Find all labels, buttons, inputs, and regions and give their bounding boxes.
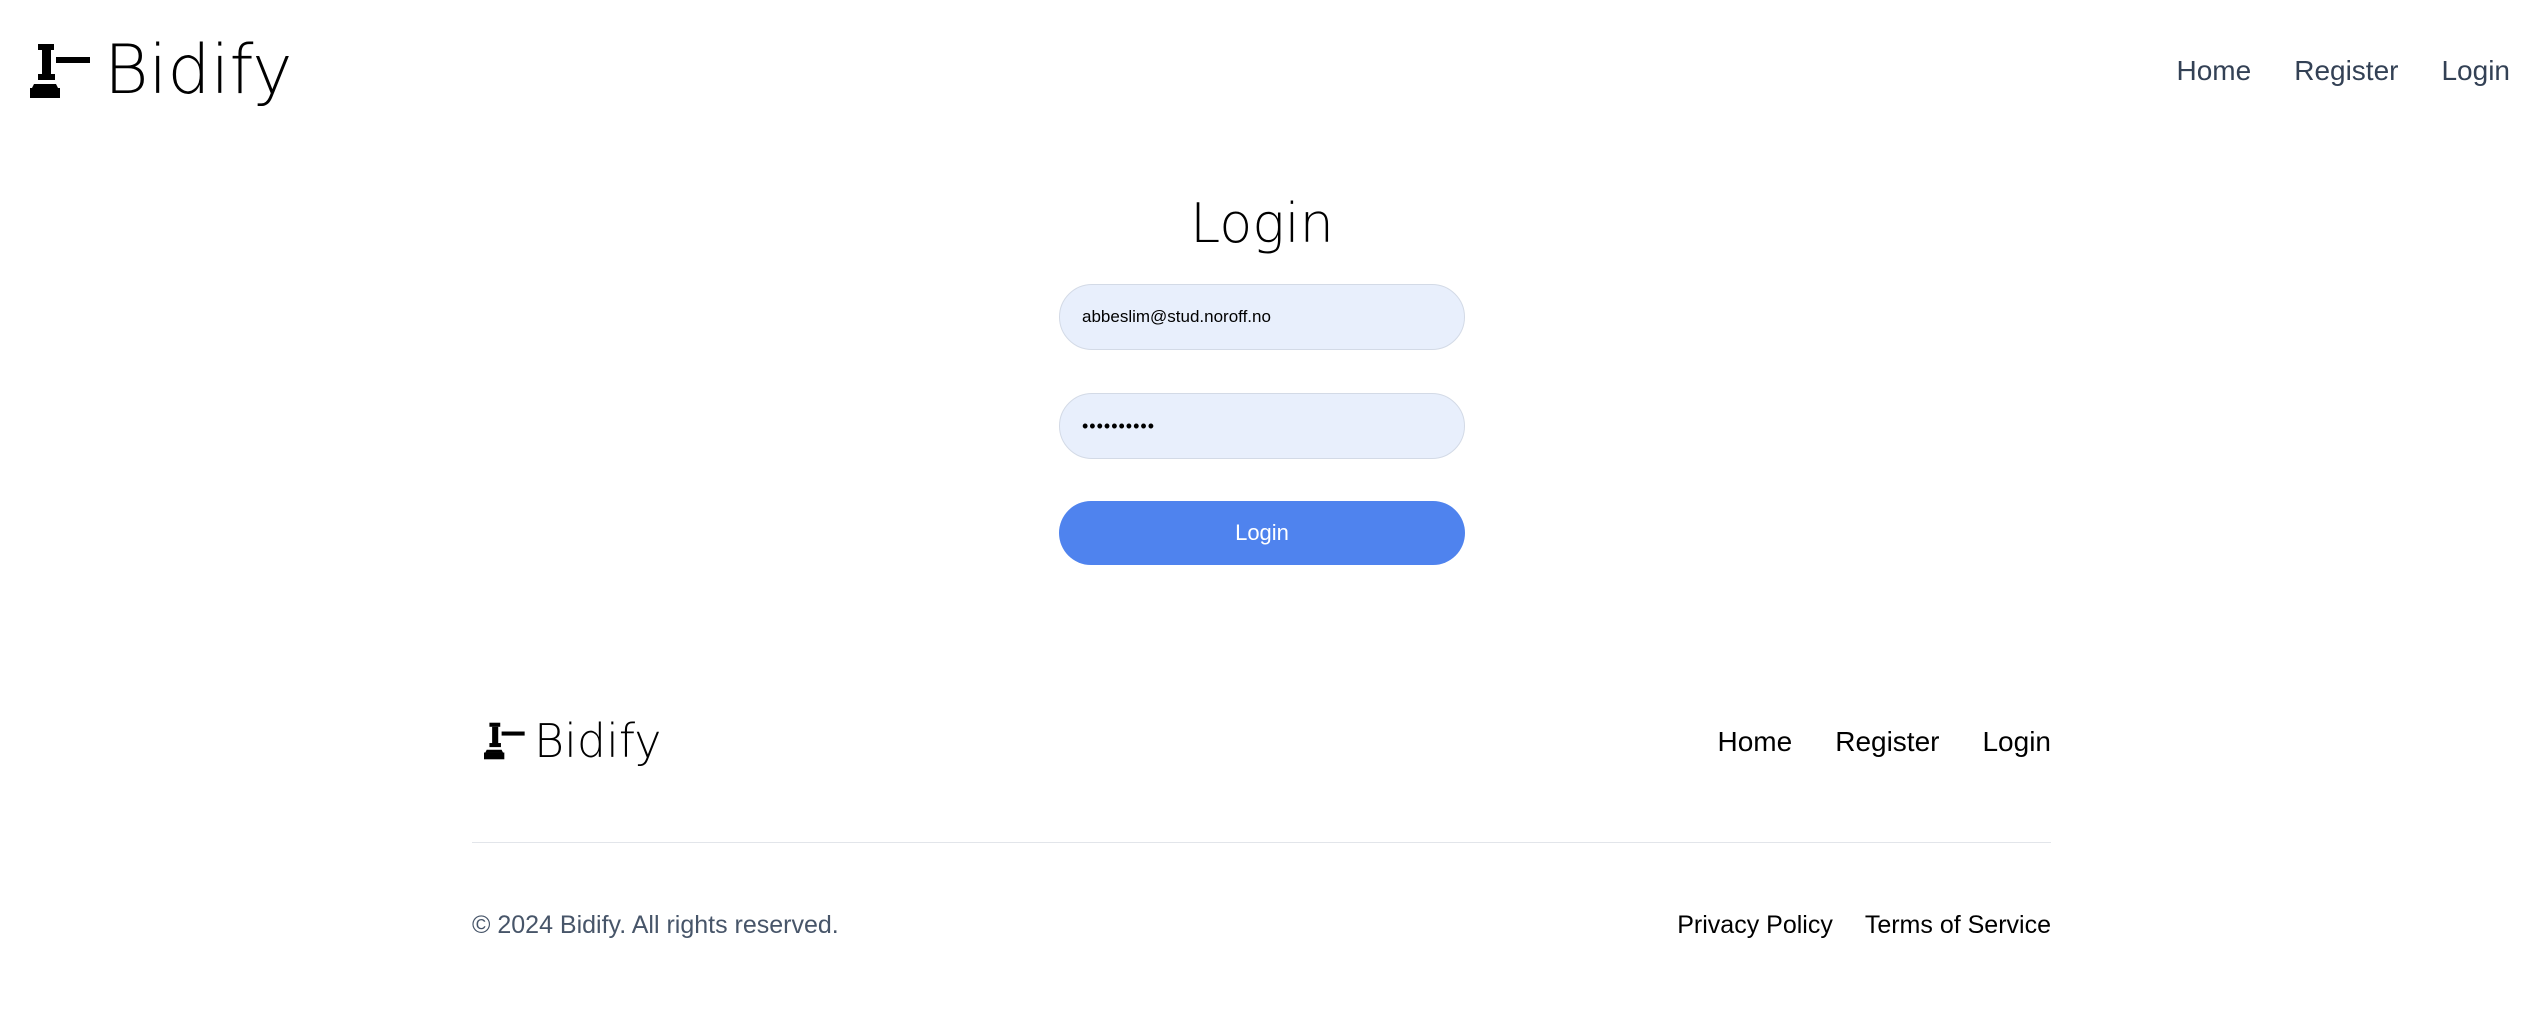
logo-link[interactable]: Bidify (30, 34, 292, 108)
footer-logo-text: Bidify (534, 714, 662, 768)
legal-links: Privacy Policy Terms of Service (1677, 908, 2051, 942)
page-title: Login (1190, 192, 1334, 255)
footer-nav-link-register[interactable]: Register (1835, 726, 1939, 758)
privacy-policy-link[interactable]: Privacy Policy (1677, 908, 1833, 942)
password-field[interactable] (1059, 393, 1465, 459)
footer-divider (472, 842, 2051, 843)
gavel-icon (484, 722, 525, 760)
header-nav: Home Register Login (2177, 50, 2510, 92)
nav-link-home[interactable]: Home (2177, 55, 2252, 87)
logo-text: Bidify (104, 31, 293, 110)
terms-of-service-link[interactable]: Terms of Service (1865, 908, 2051, 942)
site-header: Bidify Home Register Login (0, 0, 2540, 142)
footer-nav-link-home[interactable]: Home (1718, 726, 1793, 758)
gavel-icon (30, 44, 90, 98)
footer-nav-link-login[interactable]: Login (1982, 726, 2051, 758)
copyright-text: © 2024 Bidify. All rights reserved. (472, 911, 839, 939)
footer-nav: Home Register Login (1718, 724, 2051, 760)
nav-link-register[interactable]: Register (2294, 55, 2398, 87)
login-button[interactable]: Login (1059, 501, 1465, 565)
email-field[interactable] (1059, 284, 1465, 350)
nav-link-login[interactable]: Login (2441, 55, 2510, 87)
footer-logo-link[interactable]: Bidify (484, 716, 662, 766)
